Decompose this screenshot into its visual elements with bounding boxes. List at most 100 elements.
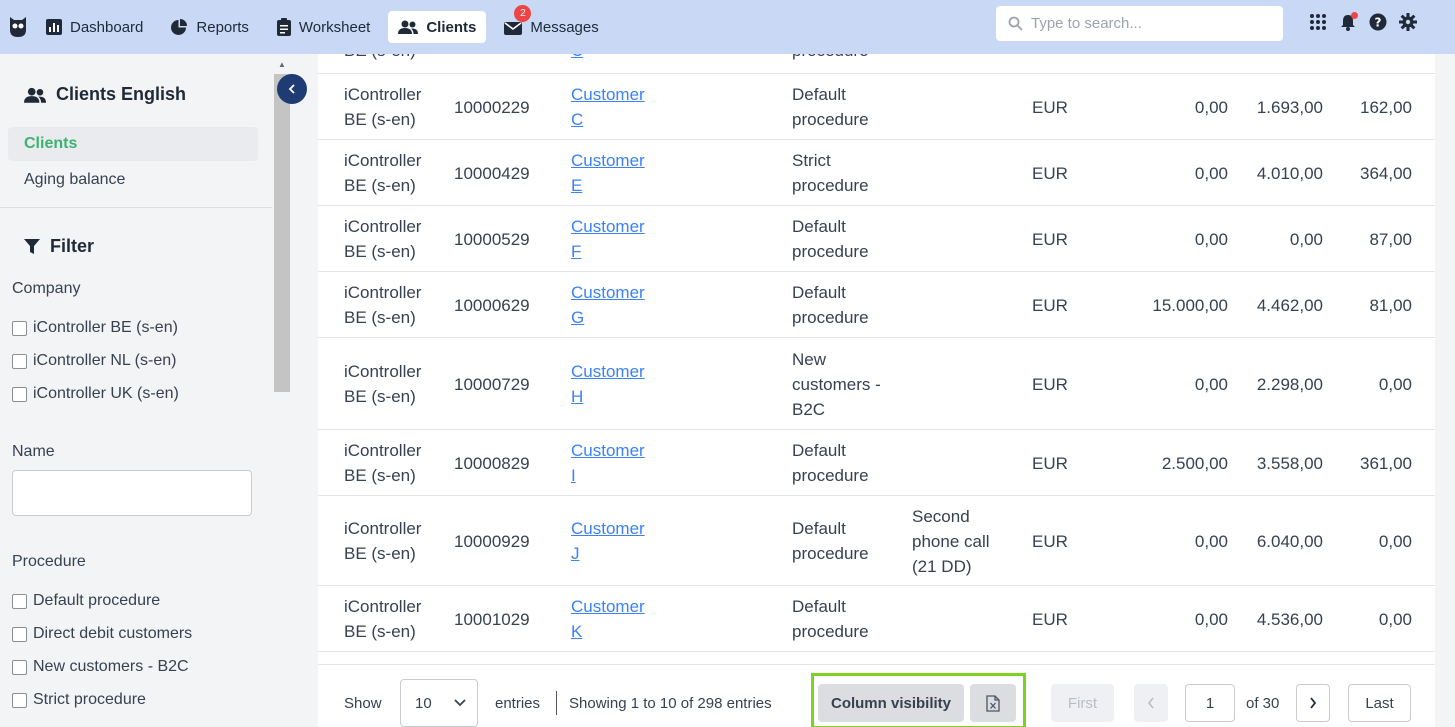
- amount-cell: 3.558,00: [1256, 453, 1323, 473]
- nav-clients[interactable]: Clients: [388, 11, 487, 43]
- last-page-button[interactable]: Last: [1348, 684, 1411, 722]
- sidebar-item-aging-balance[interactable]: Aging balance: [8, 163, 258, 197]
- nav-reports[interactable]: Reports: [161, 11, 259, 43]
- procedure-checkbox-default[interactable]: Default procedure: [12, 592, 160, 610]
- company-cell-line: BE (s-en): [344, 308, 416, 327]
- checkbox[interactable]: [12, 659, 27, 675]
- sidebar-item-clients[interactable]: Clients: [8, 127, 258, 161]
- nav-dashboard[interactable]: Dashboard: [36, 11, 153, 43]
- customer-link[interactable]: Customer F: [571, 214, 645, 264]
- table-row[interactable]: iController BE (s-en) 10000529 Customer F Def…: [318, 206, 1435, 272]
- table-row[interactable]: iController BE (s-en) 10000429 Customer E Str…: [318, 140, 1435, 206]
- customer-link-line[interactable]: Customer: [571, 359, 645, 384]
- chevron-left-icon: [288, 84, 295, 94]
- filter-icon: [24, 238, 40, 254]
- checkbox[interactable]: [12, 692, 27, 708]
- procedure-cell: procedure: [792, 54, 869, 63]
- customer-link-line[interactable]: K: [571, 619, 645, 644]
- procedure-checkbox-new-b2c[interactable]: New customers - B2C: [12, 658, 189, 676]
- procedure-checkbox-strict[interactable]: Strict procedure: [12, 691, 146, 709]
- nav-clients-label: Clients: [426, 18, 477, 36]
- export-excel-button[interactable]: [970, 684, 1016, 722]
- amount-cell: 0,00: [1194, 163, 1228, 183]
- company-cell: iController BE (s-en): [344, 594, 421, 644]
- procedure-cell-line: Default: [792, 283, 846, 302]
- table-row[interactable]: iController BE (s-en) 10000629 Customer G Def…: [318, 272, 1435, 338]
- customer-link-line[interactable]: F: [571, 239, 645, 264]
- procedure-cell-line: procedure: [792, 466, 869, 485]
- table-footer: Show 10 entries Showing 1 to 10 of 298 e…: [318, 664, 1435, 727]
- column-visibility-button[interactable]: Column visibility: [818, 684, 964, 722]
- customer-link-line[interactable]: Customer: [571, 82, 645, 107]
- name-filter-input[interactable]: [12, 470, 252, 516]
- previous-page-button[interactable]: [1134, 684, 1168, 722]
- scrollbar-thumb[interactable]: [274, 74, 290, 392]
- checkbox[interactable]: [12, 626, 27, 642]
- gear-icon[interactable]: [1398, 12, 1418, 32]
- scroll-up-arrow-icon[interactable]: ▲: [278, 60, 286, 69]
- svg-text:?: ?: [1375, 16, 1382, 30]
- customer-link[interactable]: C: [571, 54, 583, 63]
- first-page-button[interactable]: First: [1051, 684, 1114, 722]
- bell-icon[interactable]: [1338, 12, 1358, 32]
- sidebar-scrollbar[interactable]: ▲: [272, 54, 292, 727]
- page-number-input[interactable]: 1: [1185, 684, 1235, 722]
- apps-grid-icon[interactable]: [1308, 12, 1328, 32]
- table-row[interactable]: iController BE (s-en) 10000929 Customer J Def…: [318, 496, 1435, 586]
- customer-link-line[interactable]: Customer: [571, 516, 645, 541]
- customer-link-line[interactable]: H: [571, 384, 645, 409]
- amount-cell: 361,00: [1360, 453, 1412, 473]
- currency-cell: EUR: [1032, 295, 1068, 315]
- page-size-select[interactable]: 10: [400, 679, 478, 727]
- customer-link-line[interactable]: C: [571, 107, 645, 132]
- company-cell: iController BE (s-en): [344, 214, 421, 264]
- customer-link-line[interactable]: J: [571, 541, 645, 566]
- procedure-cell: Default procedure: [792, 214, 902, 264]
- users-icon: [24, 87, 46, 103]
- customer-link-line[interactable]: G: [571, 305, 645, 330]
- company-checkbox-be[interactable]: iController BE (s-en): [12, 319, 178, 337]
- checkbox[interactable]: [12, 320, 27, 336]
- sidebar: Clients English Clients Aging balance Fi…: [0, 54, 272, 727]
- notification-dot: [1351, 12, 1358, 19]
- customer-link-line[interactable]: Customer: [571, 594, 645, 619]
- customer-link-line[interactable]: Customer: [571, 438, 645, 463]
- customer-link-line[interactable]: Customer: [571, 214, 645, 239]
- chevron-down-icon: [454, 699, 466, 707]
- company-checkbox-nl[interactable]: iController NL (s-en): [12, 352, 176, 370]
- customer-link[interactable]: Customer G: [571, 280, 645, 330]
- customer-link[interactable]: Customer I: [571, 438, 645, 488]
- customer-link-line[interactable]: Customer: [571, 280, 645, 305]
- table-row[interactable]: iController BE (s-en) 10000829 Customer I Def…: [318, 430, 1435, 496]
- nav-messages[interactable]: 2 Messages: [494, 5, 608, 43]
- procedure-cell: Strict procedure: [792, 148, 902, 198]
- table-row-partial[interactable]: BE (s-en) C procedure: [318, 54, 1435, 74]
- customer-link[interactable]: Customer K: [571, 594, 645, 644]
- search-input[interactable]: [1031, 15, 1271, 32]
- owl-logo-icon[interactable]: [0, 0, 36, 54]
- checkbox[interactable]: [12, 353, 27, 369]
- company-cell-line: BE (s-en): [344, 466, 416, 485]
- table-row[interactable]: iController BE (s-en) 10000229 Customer C Def…: [318, 74, 1435, 140]
- nav-worksheet[interactable]: Worksheet: [267, 11, 380, 43]
- checkbox[interactable]: [12, 593, 27, 609]
- table-row[interactable]: iController BE (s-en) 10000729 Customer H New…: [318, 338, 1435, 430]
- procedure-checkbox-direct-debit[interactable]: Direct debit customers: [12, 625, 192, 643]
- table-row[interactable]: iController BE (s-en) 10001029 Customer K Def…: [318, 586, 1435, 652]
- customer-link[interactable]: Customer E: [571, 148, 645, 198]
- next-page-button[interactable]: [1296, 684, 1330, 722]
- amount-cell: 2.298,00: [1256, 374, 1323, 394]
- collapse-sidebar-button[interactable]: [277, 74, 307, 104]
- customer-link-line[interactable]: Customer: [571, 148, 645, 173]
- company-checkbox-uk[interactable]: iController UK (s-en): [12, 385, 179, 403]
- customer-link[interactable]: Customer H: [571, 359, 645, 409]
- customer-link-line[interactable]: E: [571, 173, 645, 198]
- checkbox[interactable]: [12, 386, 27, 402]
- customer-link-line[interactable]: I: [571, 463, 645, 488]
- customer-link[interactable]: Customer C: [571, 82, 645, 132]
- help-icon[interactable]: ?: [1368, 12, 1388, 32]
- customer-link[interactable]: Customer J: [571, 516, 645, 566]
- company-cell: iController BE (s-en): [344, 516, 421, 566]
- chevron-right-icon: [1310, 697, 1317, 709]
- company-cell-line: BE (s-en): [344, 242, 416, 261]
